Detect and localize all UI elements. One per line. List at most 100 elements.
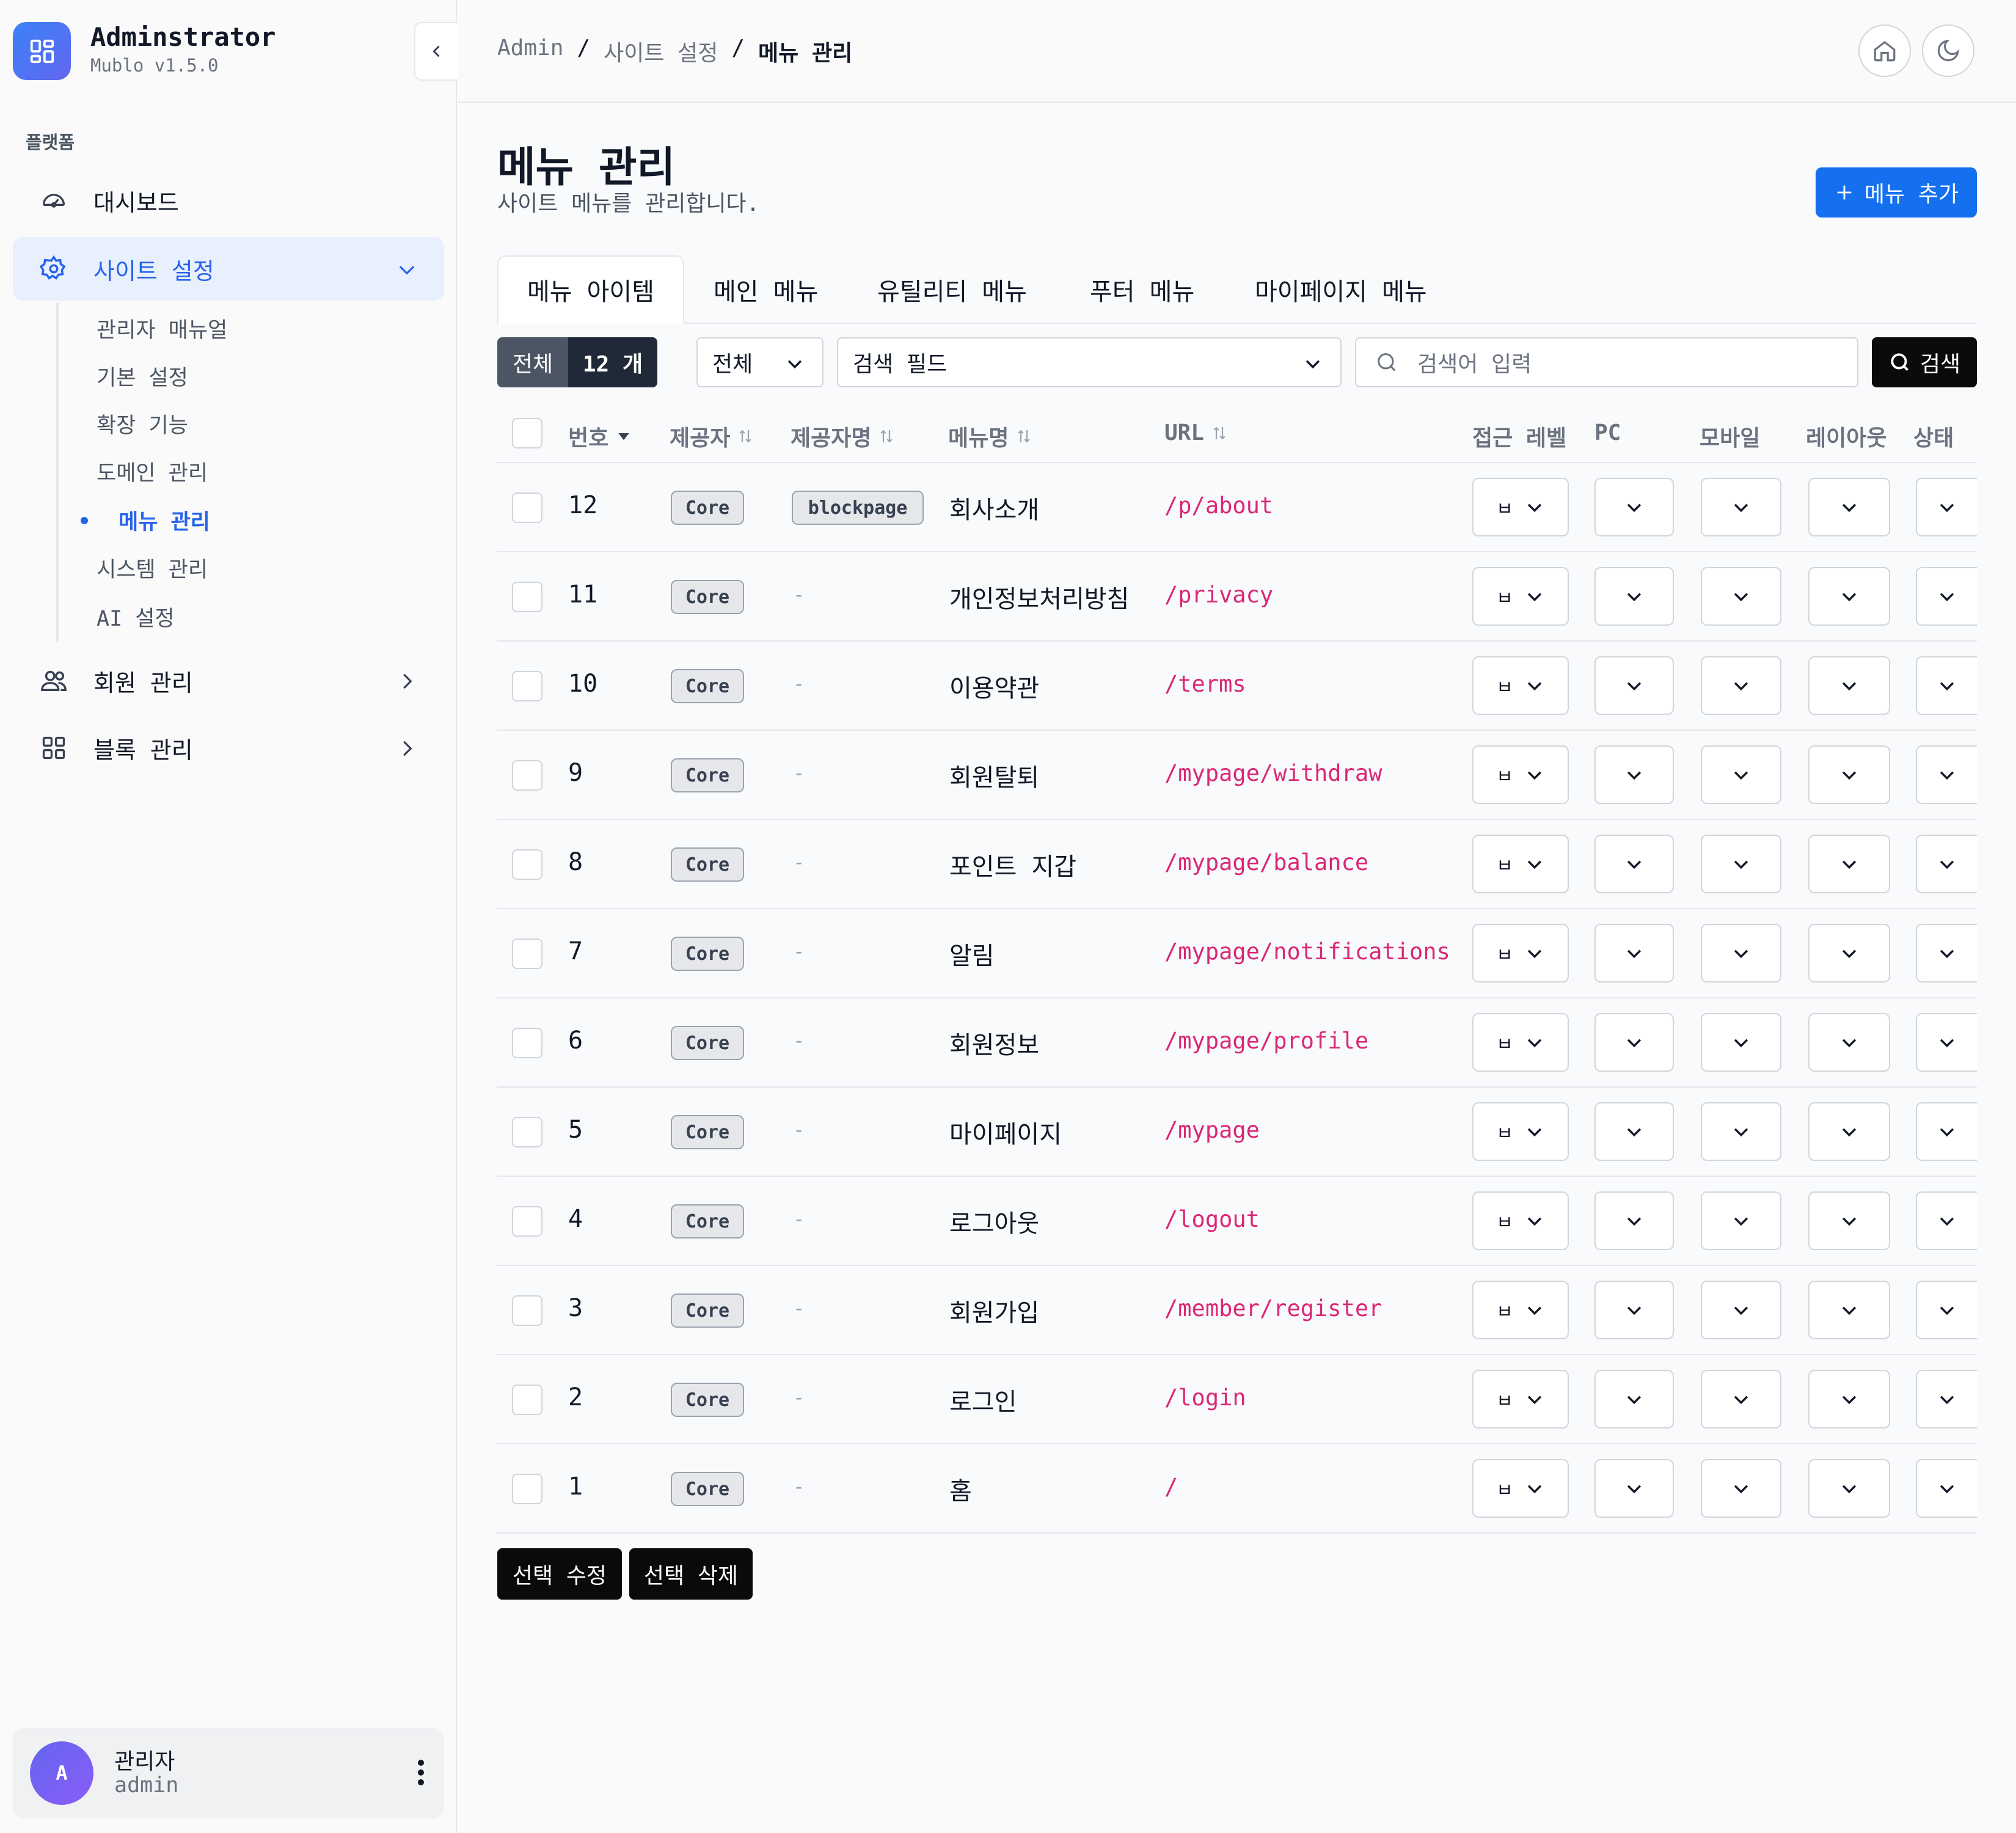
sidebar-collapse-button[interactable] [414, 22, 458, 81]
row-checkbox[interactable] [512, 1117, 542, 1147]
status-select[interactable] [1916, 1013, 1977, 1072]
more-vertical-icon[interactable] [416, 1757, 426, 1788]
pc-visibility-select[interactable] [1594, 1013, 1674, 1072]
menu-url[interactable]: /terms [1164, 671, 1246, 697]
sidebar-item-blocks[interactable]: 블록 관리 [13, 716, 444, 780]
menu-url[interactable]: /mypage/withdraw [1164, 760, 1382, 786]
subnav-item-system[interactable]: 시스템 관리 [97, 552, 208, 584]
pc-visibility-select[interactable] [1594, 745, 1674, 804]
access-level-select[interactable]: ㅂ [1472, 924, 1569, 982]
tab-footer-menu[interactable]: 푸터 메뉴 [1090, 255, 1194, 324]
status-select[interactable] [1916, 478, 1977, 536]
subnav-item-admin-manual[interactable]: 관리자 매뉴얼 [97, 313, 227, 344]
breadcrumb-item[interactable]: 사이트 설정 [604, 35, 718, 67]
row-checkbox[interactable] [512, 1385, 542, 1415]
status-select[interactable] [1916, 656, 1977, 715]
status-select[interactable] [1916, 567, 1977, 626]
pc-visibility-select[interactable] [1594, 1459, 1674, 1518]
access-level-select[interactable]: ㅂ [1472, 835, 1569, 893]
tab-utility-menu[interactable]: 유틸리티 메뉴 [877, 255, 1027, 324]
menu-url[interactable]: /mypage/balance [1164, 849, 1368, 876]
layout-select[interactable] [1808, 1013, 1890, 1072]
add-menu-button[interactable]: 메뉴 추가 [1816, 167, 1977, 218]
bulk-edit-button[interactable]: 선택 수정 [497, 1548, 622, 1600]
pc-visibility-select[interactable] [1594, 1281, 1674, 1339]
menu-url[interactable]: /mypage/profile [1164, 1028, 1368, 1054]
menu-url[interactable]: /logout [1164, 1206, 1260, 1232]
app-logo-icon[interactable] [13, 22, 71, 80]
row-checkbox[interactable] [512, 1295, 542, 1326]
row-checkbox[interactable] [512, 671, 542, 701]
layout-select[interactable] [1808, 1281, 1890, 1339]
layout-select[interactable] [1808, 478, 1890, 536]
row-checkbox[interactable] [512, 582, 542, 612]
access-level-select[interactable]: ㅂ [1472, 1459, 1569, 1518]
status-select[interactable] [1916, 924, 1977, 982]
subnav-item-domains[interactable]: 도메인 관리 [97, 456, 208, 487]
pc-visibility-select[interactable] [1594, 1102, 1674, 1161]
search-button[interactable]: 검색 [1872, 337, 1977, 387]
layout-select[interactable] [1808, 1459, 1890, 1518]
subnav-item-extensions[interactable]: 확장 기능 [97, 408, 188, 439]
layout-select[interactable] [1808, 656, 1890, 715]
search-field-select[interactable]: 검색 필드 [837, 337, 1342, 387]
access-level-select[interactable]: ㅂ [1472, 567, 1569, 626]
column-header-provider-name[interactable]: 제공자명 [791, 420, 896, 452]
status-select[interactable] [1916, 1191, 1977, 1250]
row-checkbox[interactable] [512, 1028, 542, 1058]
row-checkbox[interactable] [512, 1206, 542, 1237]
menu-url[interactable]: /p/about [1164, 492, 1273, 519]
mobile-visibility-select[interactable] [1701, 1370, 1781, 1429]
mobile-visibility-select[interactable] [1701, 1191, 1781, 1250]
pc-visibility-select[interactable] [1594, 924, 1674, 982]
status-select[interactable] [1916, 1459, 1977, 1518]
search-input[interactable]: 검색어 입력 [1355, 337, 1858, 387]
status-select[interactable] [1916, 1281, 1977, 1339]
select-all-checkbox[interactable] [512, 418, 542, 448]
access-level-select[interactable]: ㅂ [1472, 656, 1569, 715]
column-header-menu-name[interactable]: 메뉴명 [948, 420, 1033, 452]
mobile-visibility-select[interactable] [1701, 745, 1781, 804]
mobile-visibility-select[interactable] [1701, 567, 1781, 626]
layout-select[interactable] [1808, 745, 1890, 804]
row-checkbox[interactable] [512, 760, 542, 791]
mobile-visibility-select[interactable] [1701, 1459, 1781, 1518]
mobile-visibility-select[interactable] [1701, 1013, 1781, 1072]
sidebar-item-members[interactable]: 회원 관리 [13, 649, 444, 712]
access-level-select[interactable]: ㅂ [1472, 1013, 1569, 1072]
column-header-url[interactable]: URL [1164, 420, 1229, 445]
status-select[interactable] [1916, 1102, 1977, 1161]
column-header-provider[interactable]: 제공자 [670, 420, 754, 452]
layout-select[interactable] [1808, 1370, 1890, 1429]
home-button[interactable] [1858, 24, 1911, 77]
tab-menu-items[interactable]: 메뉴 아이템 [497, 255, 684, 324]
pc-visibility-select[interactable] [1594, 567, 1674, 626]
mobile-visibility-select[interactable] [1701, 835, 1781, 893]
bulk-delete-button[interactable]: 선택 삭제 [629, 1548, 753, 1600]
pc-visibility-select[interactable] [1594, 835, 1674, 893]
row-checkbox[interactable] [512, 1474, 542, 1504]
row-checkbox[interactable] [512, 492, 542, 523]
access-level-select[interactable]: ㅂ [1472, 745, 1569, 804]
sidebar-item-site-settings[interactable]: 사이트 설정 [13, 237, 444, 301]
layout-select[interactable] [1808, 835, 1890, 893]
breadcrumb-item[interactable]: Admin [497, 35, 563, 67]
user-card[interactable]: A 관리자 admin [13, 1728, 444, 1818]
status-select[interactable] [1916, 1370, 1977, 1429]
type-select[interactable]: 전체 [696, 337, 824, 387]
menu-url[interactable]: /mypage [1164, 1117, 1260, 1143]
access-level-select[interactable]: ㅂ [1472, 1281, 1569, 1339]
pc-visibility-select[interactable] [1594, 656, 1674, 715]
layout-select[interactable] [1808, 567, 1890, 626]
subnav-item-menu-management[interactable]: 메뉴 관리 [81, 505, 210, 536]
layout-select[interactable] [1808, 1102, 1890, 1161]
access-level-select[interactable]: ㅂ [1472, 1102, 1569, 1161]
mobile-visibility-select[interactable] [1701, 478, 1781, 536]
menu-url[interactable]: / [1164, 1474, 1178, 1500]
layout-select[interactable] [1808, 924, 1890, 982]
mobile-visibility-select[interactable] [1701, 1102, 1781, 1161]
access-level-select[interactable]: ㅂ [1472, 1191, 1569, 1250]
subnav-item-ai-settings[interactable]: AI 설정 [97, 601, 175, 632]
tab-mypage-menu[interactable]: 마이페이지 메뉴 [1255, 255, 1427, 324]
status-select[interactable] [1916, 745, 1977, 804]
